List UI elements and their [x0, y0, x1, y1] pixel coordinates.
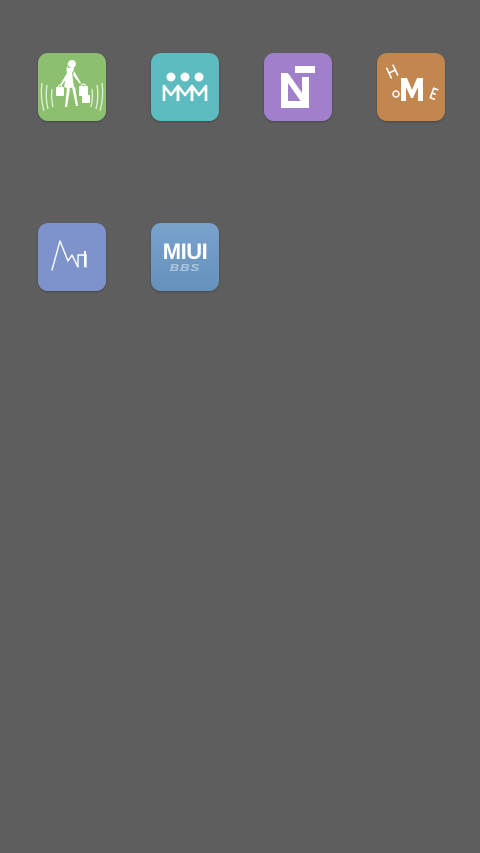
app-icon-miui-bbs[interactable]: MIUI BBS — [151, 223, 219, 291]
n-logo-icon — [264, 53, 332, 121]
home-screen: MIUI BBS — [0, 0, 480, 853]
app-icon-notes[interactable] — [264, 53, 332, 121]
app-icon-monitor[interactable] — [38, 223, 106, 291]
shopping-woman-icon — [38, 53, 106, 121]
mmm-people-icon — [151, 53, 219, 121]
app-icon-shopping[interactable] — [38, 53, 106, 121]
home-letters-icon — [377, 53, 445, 121]
bbs-logo-text: BBS — [169, 261, 201, 274]
waveform-icon — [38, 223, 106, 291]
app-icon-home[interactable] — [377, 53, 445, 121]
app-icon-mmm[interactable] — [151, 53, 219, 121]
